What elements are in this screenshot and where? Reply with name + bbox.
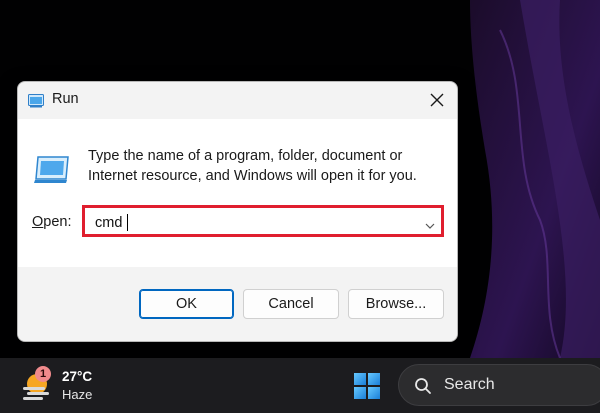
start-button[interactable]	[353, 372, 381, 400]
dialog-body: Type the name of a program, folder, docu…	[18, 119, 457, 267]
notification-badge: 1	[35, 366, 51, 382]
title-bar[interactable]: Run	[18, 82, 457, 119]
dialog-description: Type the name of a program, folder, docu…	[88, 148, 417, 184]
weather-temperature: 27°C	[62, 369, 93, 384]
ok-button[interactable]: OK	[139, 289, 234, 319]
taskbar-search[interactable]: Search	[398, 364, 600, 406]
dialog-footer: OK Cancel Browse...	[18, 267, 457, 341]
windows-logo-icon	[354, 373, 380, 399]
browse-button[interactable]: Browse...	[348, 289, 444, 319]
weather-widget[interactable]: 1 27°C Haze	[20, 366, 110, 406]
run-icon	[28, 94, 44, 113]
open-label-text: pen:	[43, 214, 72, 230]
cancel-button[interactable]: Cancel	[243, 289, 339, 319]
text-caret	[127, 214, 128, 231]
weather-condition: Haze	[62, 387, 93, 402]
run-dialog: Run Type the name of a program, folder, …	[17, 81, 458, 342]
run-program-icon	[34, 155, 70, 190]
taskbar: 1 27°C Haze Search	[0, 358, 600, 413]
search-label: Search	[444, 376, 495, 393]
close-button[interactable]	[423, 86, 451, 114]
close-icon	[430, 93, 444, 107]
open-combobox[interactable]	[82, 205, 444, 237]
open-label-mnemonic: O	[32, 214, 44, 230]
search-icon	[414, 377, 432, 400]
open-input[interactable]	[95, 213, 395, 233]
open-label: Open:	[32, 214, 72, 230]
dialog-title: Run	[52, 91, 79, 107]
chevron-down-icon[interactable]	[425, 217, 435, 235]
